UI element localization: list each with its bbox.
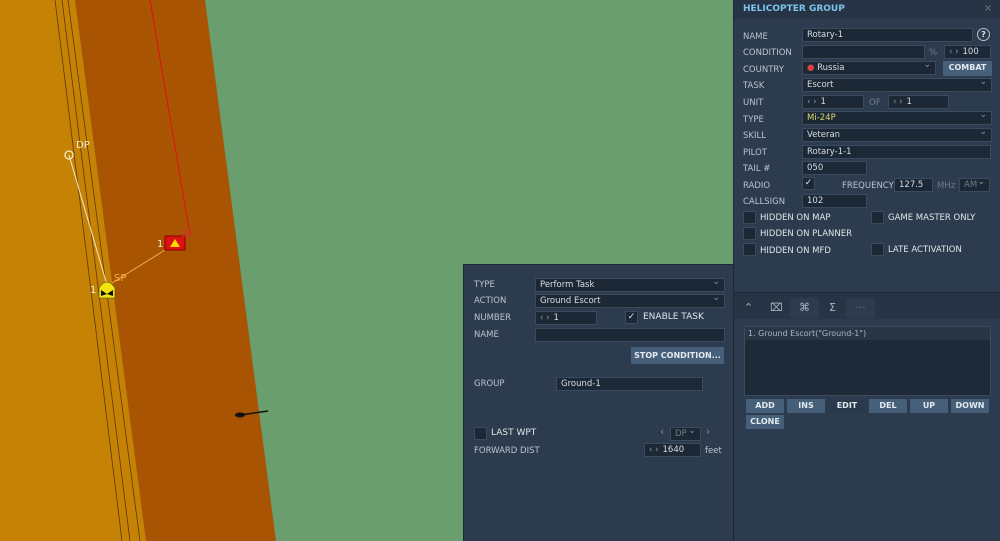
unit-total-stepper[interactable]: ‹ › 1 — [888, 95, 949, 109]
tab-more[interactable]: ··· — [846, 298, 875, 318]
del-button[interactable]: DEL — [869, 399, 907, 413]
hidden-on-mfd-checkbox[interactable] — [743, 243, 756, 256]
enemy-group-number: 1 — [157, 239, 163, 250]
of-label: OF — [869, 98, 881, 108]
task-name-label: NAME — [474, 330, 499, 340]
next-wpt-icon[interactable]: › — [706, 425, 710, 438]
pilot-input[interactable]: Rotary-1-1 — [802, 145, 991, 159]
route-icon: ⌃ — [743, 301, 754, 314]
task-label: TASK — [743, 81, 765, 91]
game-master-label: GAME MASTER ONLY — [888, 213, 976, 223]
percent-label: % — [929, 48, 938, 58]
callsign-label: CALLSIGN — [743, 197, 786, 207]
action-select[interactable]: Ground Escort — [535, 294, 725, 308]
add-button[interactable]: ADD — [746, 399, 784, 413]
forward-dist-stepper[interactable]: ‹ › 1640 — [644, 443, 701, 457]
enable-task-checkbox[interactable]: ✓ — [625, 311, 638, 324]
pilot-label: PILOT — [743, 148, 767, 158]
help-icon[interactable]: ? — [977, 28, 990, 41]
task-name-input[interactable] — [535, 328, 725, 342]
task-type-select[interactable]: Perform Task — [535, 278, 725, 292]
task-list-item[interactable]: 1. Ground Escort("Ground-1") — [745, 327, 990, 340]
clone-button[interactable]: CLONE — [746, 415, 784, 429]
forward-dist-label: FORWARD DIST — [474, 446, 540, 456]
ins-button[interactable]: INS — [787, 399, 825, 413]
condition-stepper[interactable]: ‹ › 100 — [944, 45, 991, 59]
tab-targets[interactable]: ⌧ — [762, 298, 791, 318]
prev-wpt-icon[interactable]: ‹ — [660, 425, 664, 438]
type-label: TYPE — [743, 115, 764, 125]
command-icon: ⌘ — [799, 301, 810, 314]
target-icon: ⌧ — [770, 301, 783, 314]
enemy-sp-label: SP — [181, 229, 193, 240]
close-icon[interactable]: × — [984, 3, 992, 14]
skill-select[interactable]: Veteran — [802, 128, 992, 142]
task-list[interactable]: 1. Ground Escort("Ground-1") — [744, 326, 991, 396]
group-input[interactable]: Ground-1 — [556, 377, 703, 391]
hidden-on-map-checkbox[interactable] — [743, 211, 756, 224]
mhz-label: MHz — [937, 181, 956, 191]
task-select[interactable]: Escort — [802, 78, 992, 92]
down-button[interactable]: DOWN — [951, 399, 989, 413]
feet-unit: feet — [705, 446, 722, 456]
frequency-label: FREQUENCY — [842, 181, 894, 191]
hidden-on-planner-checkbox[interactable] — [743, 227, 756, 240]
unit-stepper[interactable]: ‹ › 1 — [802, 95, 864, 109]
name-input[interactable]: Rotary-1 — [802, 28, 973, 42]
heli-group-number: 1 — [90, 285, 96, 296]
callsign-input[interactable]: 102 — [802, 194, 867, 208]
radio-label: RADIO — [743, 181, 771, 191]
name-label: NAME — [743, 32, 768, 42]
group-label: GROUP — [474, 379, 505, 389]
frequency-input[interactable]: 127.5 — [894, 178, 933, 192]
up-button[interactable]: UP — [910, 399, 948, 413]
tail-input[interactable]: 050 — [802, 161, 867, 175]
task-panel: TYPE Perform Task ACTION Ground Escort N… — [463, 264, 733, 541]
waypoint-sp-label: SP — [114, 273, 126, 284]
panel-title: HELICOPTER GROUP — [743, 4, 845, 14]
waypoint-dp-label: DP — [76, 140, 90, 151]
number-stepper[interactable]: ‹ › 1 — [535, 311, 597, 325]
last-wpt-checkbox[interactable] — [474, 427, 487, 440]
country-color-icon: ● — [807, 63, 818, 73]
modulation-select[interactable]: AM — [959, 178, 990, 192]
tab-route[interactable]: ⌃ — [734, 298, 763, 318]
game-master-checkbox[interactable] — [871, 211, 884, 224]
late-activation-checkbox[interactable] — [871, 243, 884, 256]
tab-summary[interactable]: Σ — [818, 298, 847, 318]
hidden-on-planner-label: HIDDEN ON PLANNER — [760, 229, 853, 239]
country-select[interactable]: ● Russia — [802, 61, 936, 75]
sum-icon: Σ — [829, 301, 836, 314]
condition-label: CONDITION — [743, 48, 792, 58]
helicopter-group-panel: HELICOPTER GROUP × NAME Rotary-1 ? CONDI… — [733, 0, 1000, 541]
hidden-on-mfd-label: HIDDEN ON MFD — [760, 246, 831, 256]
radio-checkbox[interactable]: ✓ — [802, 177, 815, 190]
combat-button[interactable]: COMBAT — [943, 61, 992, 76]
late-activation-label: LATE ACTIVATION — [888, 245, 962, 255]
type-select[interactable]: Mi-24P — [802, 111, 992, 125]
unit-label: UNIT — [743, 98, 764, 108]
country-label: COUNTRY — [743, 65, 784, 75]
tail-label: TAIL # — [743, 164, 771, 174]
action-label: ACTION — [474, 296, 507, 306]
skill-label: SKILL — [743, 131, 766, 141]
tab-commands[interactable]: ⌘ — [790, 298, 819, 318]
last-wpt-select[interactable]: DP — [670, 427, 701, 441]
condition-input[interactable] — [802, 45, 925, 59]
enable-task-label: ENABLE TASK — [643, 312, 704, 322]
edit-button[interactable]: EDIT — [828, 399, 866, 413]
last-wpt-label: LAST WPT — [491, 428, 537, 438]
stop-condition-button[interactable]: STOP CONDITION... — [631, 347, 724, 364]
hidden-on-map-label: HIDDEN ON MAP — [760, 213, 831, 223]
number-label: NUMBER — [474, 313, 512, 323]
more-icon: ··· — [855, 301, 866, 314]
task-type-label: TYPE — [474, 280, 495, 290]
